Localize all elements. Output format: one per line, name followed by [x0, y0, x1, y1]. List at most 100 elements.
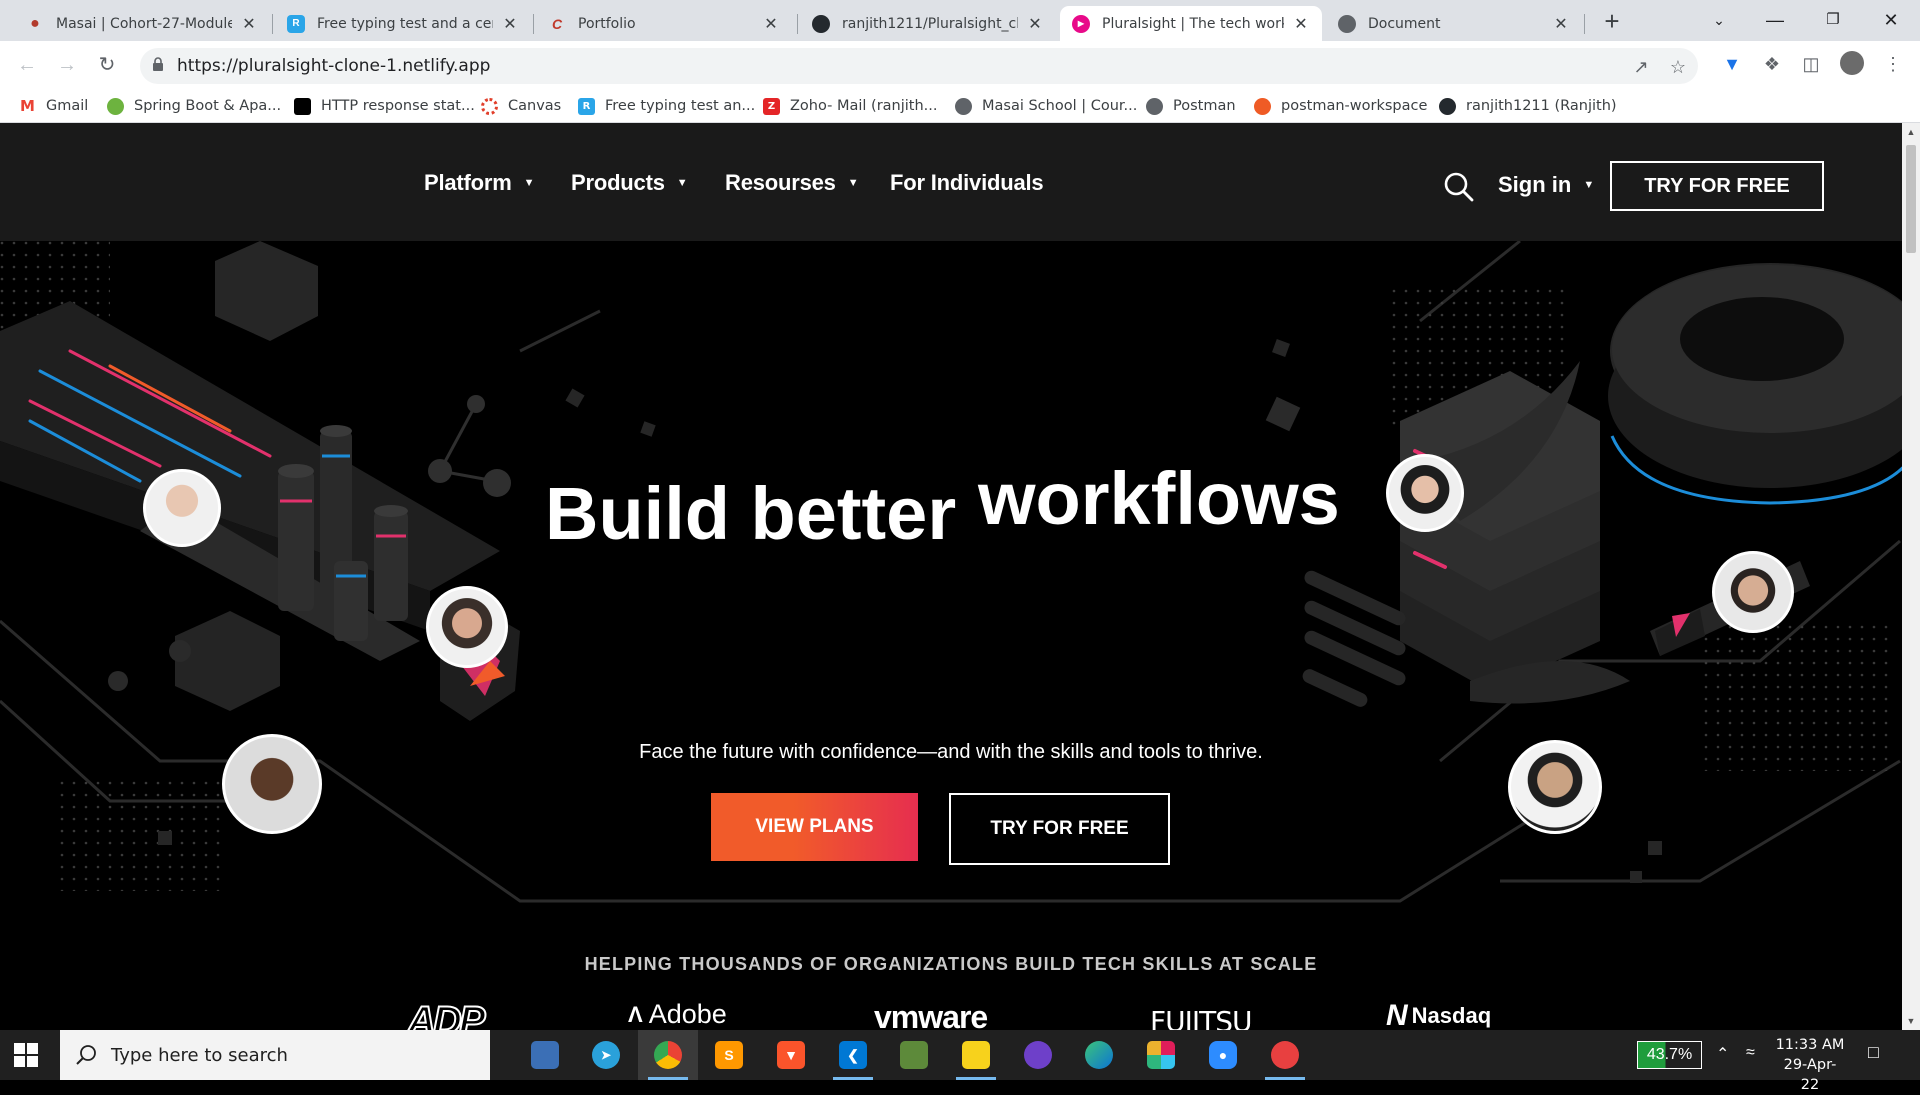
extension-v-icon[interactable]: ▼: [1719, 51, 1745, 77]
menu-kebab-icon[interactable]: ⋮: [1880, 51, 1906, 77]
taskbar-sticky-notes[interactable]: [946, 1030, 1006, 1080]
avatar-instructor-2: [426, 586, 508, 668]
sign-in-menu[interactable]: Sign in ▼: [1498, 172, 1594, 198]
taskbar-file-explorer[interactable]: [515, 1030, 575, 1080]
masai-icon: ●: [30, 14, 40, 32]
caret-down-icon: ▼: [676, 177, 688, 189]
clients-heading: HELPING THOUSANDS OF ORGANIZATIONS BUILD…: [584, 954, 1318, 974]
extensions-puzzle-icon[interactable]: ❖: [1759, 51, 1785, 77]
bookmark-star-icon[interactable]: ☆: [1667, 56, 1689, 78]
bookmark-zoho-mail[interactable]: Z Zoho- Mail (ranjith...: [763, 95, 938, 117]
bookmark-label: HTTP response stat...: [321, 98, 475, 114]
taskbar-vscode[interactable]: ❮: [823, 1030, 883, 1080]
close-icon[interactable]: ✕: [1292, 14, 1310, 34]
tab-search-chevron-icon[interactable]: ⌄: [1690, 0, 1748, 41]
spring-icon: [107, 97, 124, 115]
github-icon: [1024, 1041, 1052, 1069]
tab-document[interactable]: Document ✕: [1326, 6, 1582, 41]
profile-avatar[interactable]: [1840, 51, 1864, 75]
forward-button[interactable]: →: [53, 51, 81, 79]
nasdaq-mark-icon: N: [1386, 999, 1408, 1030]
tab-title: Pluralsight | The tech workf: [1102, 15, 1284, 32]
taskbar-zoom[interactable]: ●: [1193, 1030, 1253, 1080]
close-icon[interactable]: ✕: [240, 14, 258, 34]
bookmark-http-status[interactable]: HTTP response stat...: [294, 95, 475, 117]
restore-button[interactable]: ❐: [1804, 0, 1862, 41]
taskbar-brave[interactable]: ▼: [761, 1030, 821, 1080]
adp-wordmark: ADP: [406, 998, 486, 1030]
bookmark-masai-school[interactable]: Masai School | Cour...: [955, 95, 1137, 117]
battery-indicator[interactable]: 43.7%: [1637, 1041, 1702, 1069]
brave-icon: ▼: [777, 1041, 805, 1069]
taskbar-snipping-tool[interactable]: [1255, 1030, 1315, 1080]
taskbar-search-box[interactable]: Type here to search: [60, 1030, 490, 1080]
taskbar-github-desktop[interactable]: [1008, 1030, 1068, 1080]
nav-products[interactable]: Products ▼: [571, 170, 688, 196]
bookmark-github-profile[interactable]: ranjith1211 (Ranjith): [1439, 95, 1617, 117]
share-icon[interactable]: ↗: [1630, 56, 1652, 78]
system-clock[interactable]: 11:33 AM 29-Apr-22: [1775, 1035, 1845, 1095]
avatar-instructor-1: [143, 469, 221, 547]
side-panel-icon[interactable]: ◫: [1798, 51, 1824, 77]
back-button[interactable]: ←: [13, 51, 41, 79]
address-bar[interactable]: https://pluralsight-clone-1.netlify.app …: [140, 48, 1698, 84]
taskbar-telegram[interactable]: ➤: [576, 1030, 636, 1080]
chevron-up-icon[interactable]: ⌃: [1716, 1044, 1729, 1064]
taskbar-slack[interactable]: [1131, 1030, 1191, 1080]
wifi-icon[interactable]: ≈: [1746, 1044, 1755, 1062]
tab-typing-test[interactable]: R Free typing test and a certif ✕: [275, 6, 531, 41]
taskbar-excel-app[interactable]: [884, 1030, 944, 1080]
taskbar-sublime[interactable]: S: [699, 1030, 759, 1080]
view-plans-button[interactable]: VIEW PLANS: [711, 793, 918, 861]
tab-masai[interactable]: ● Masai | Cohort-27-Module ✕: [14, 6, 270, 41]
github-icon: [812, 14, 830, 33]
search-icon[interactable]: [1443, 171, 1475, 203]
page-scrollbar[interactable]: ▲ ▼: [1902, 123, 1920, 1030]
tab-separator: [1584, 14, 1585, 34]
tab-portfolio[interactable]: C Portfolio ✕: [536, 6, 792, 41]
close-icon[interactable]: ✕: [501, 14, 519, 34]
notifications-icon[interactable]: □: [1868, 1042, 1879, 1063]
globe-icon: [955, 97, 972, 115]
clock-time: 11:33 AM: [1775, 1037, 1845, 1053]
close-icon[interactable]: ✕: [1552, 14, 1570, 34]
close-icon[interactable]: ✕: [762, 14, 780, 34]
bookmark-label: Canvas: [508, 98, 562, 114]
new-tab-button[interactable]: +: [1598, 8, 1626, 36]
tab-github-repo[interactable]: ranjith1211/Pluralsight_clon ✕: [800, 6, 1056, 41]
bookmarks-bar: M Gmail Spring Boot & Apa... HTTP respon…: [0, 89, 1920, 123]
scroll-up-arrow-icon[interactable]: ▲: [1902, 127, 1920, 137]
minimize-button[interactable]: —: [1746, 0, 1804, 41]
bookmark-typing-test[interactable]: R Free typing test an...: [578, 95, 755, 117]
vmware-wordmark: vmware: [874, 999, 988, 1030]
windows-start-icon[interactable]: [14, 1043, 38, 1067]
bookmark-postman-workspace[interactable]: postman-workspace: [1254, 95, 1427, 117]
nav-for-individuals[interactable]: For Individuals: [890, 170, 1044, 196]
try-for-free-hero-button[interactable]: TRY FOR FREE: [949, 793, 1170, 865]
scrollbar-thumb[interactable]: [1906, 145, 1916, 253]
taskbar-chrome[interactable]: [638, 1030, 698, 1080]
zoho-icon: Z: [763, 97, 780, 115]
scroll-down-arrow-icon[interactable]: ▼: [1902, 1016, 1920, 1026]
vscode-icon: ❮: [839, 1041, 867, 1069]
sublime-icon: S: [715, 1041, 743, 1069]
bookmark-gmail[interactable]: M Gmail: [19, 95, 88, 117]
bookmark-canvas[interactable]: Canvas: [481, 95, 561, 117]
try-for-free-nav-button[interactable]: TRY FOR FREE: [1610, 161, 1824, 211]
caret-down-icon: ▼: [1583, 179, 1595, 191]
nav-resources[interactable]: Resourses ▼: [725, 170, 859, 196]
bookmark-label: Postman: [1173, 98, 1236, 114]
taskbar-edge[interactable]: [1069, 1030, 1129, 1080]
close-icon[interactable]: ✕: [1026, 14, 1044, 34]
url-text: https://pluralsight-clone-1.netlify.app: [177, 56, 491, 76]
sticky-notes-icon: [962, 1041, 990, 1069]
bookmark-postman[interactable]: Postman: [1146, 95, 1236, 117]
bookmark-spring-boot[interactable]: Spring Boot & Apa...: [107, 95, 281, 117]
bookmark-label: Gmail: [46, 98, 89, 114]
nav-platform[interactable]: Platform ▼: [424, 170, 535, 196]
chrome-icon: [654, 1041, 682, 1069]
reload-button[interactable]: ↻: [93, 51, 121, 79]
tab-separator: [533, 14, 534, 34]
close-window-button[interactable]: ✕: [1862, 0, 1920, 41]
tab-pluralsight[interactable]: ▶ Pluralsight | The tech workf ✕: [1060, 6, 1322, 41]
